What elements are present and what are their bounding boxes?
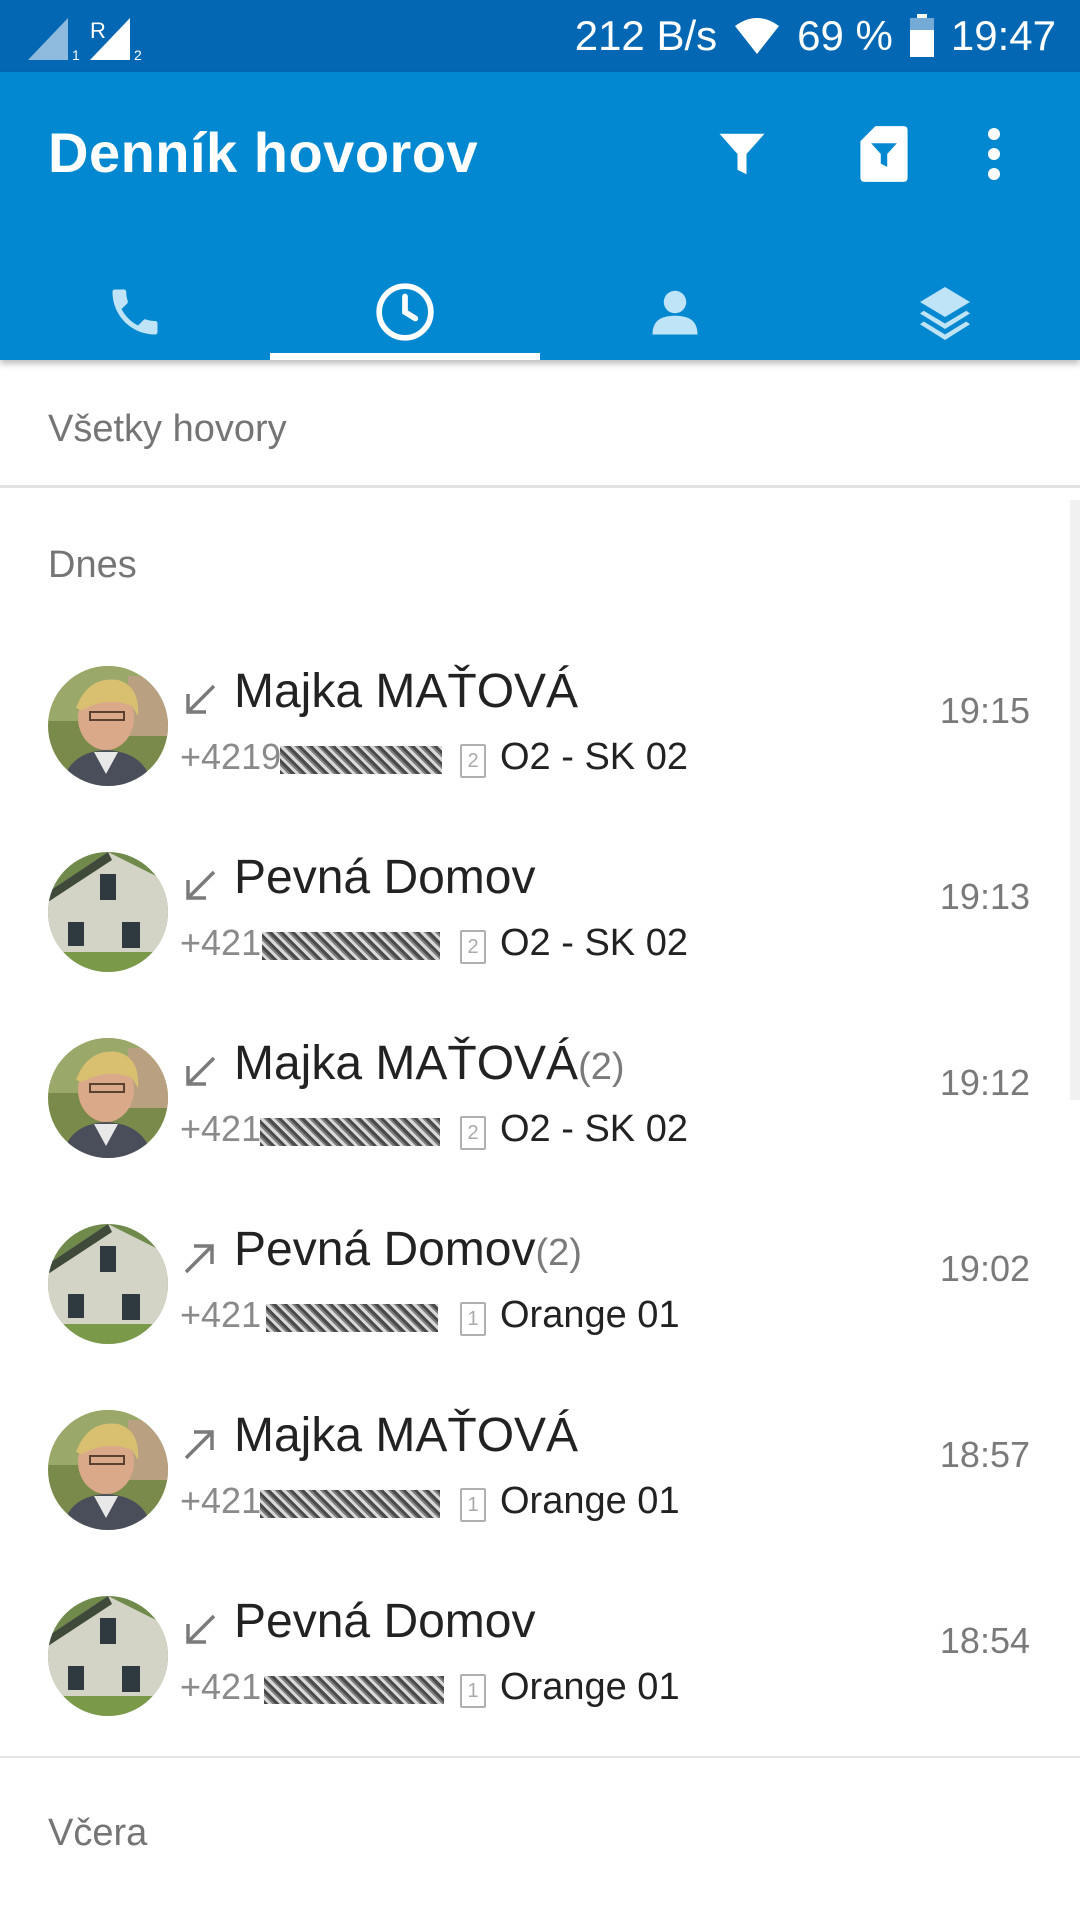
filter-label: Všetky hovory: [48, 408, 287, 450]
incoming-call-icon: [186, 1614, 216, 1644]
avatar[interactable]: [48, 1410, 168, 1530]
call-time: 19:15: [939, 690, 1030, 731]
call-log-row[interactable]: Majka MAŤOVÁ +421 1 Orange 01 18:57: [0, 1384, 1080, 1570]
phone-number: +421: [180, 1294, 262, 1335]
redacted-number: [260, 1118, 440, 1146]
tab-contacts[interactable]: [540, 264, 810, 360]
carrier-name: O2 - SK 02: [500, 922, 688, 964]
phone-number: +421: [180, 922, 262, 963]
incoming-call-icon: [186, 1056, 216, 1086]
tab-dialer[interactable]: [0, 264, 270, 360]
wifi-icon: [735, 18, 780, 54]
sim-slot-icon: 1: [460, 1674, 486, 1708]
phone-icon: [112, 289, 158, 335]
call-log-row[interactable]: Majka MAŤOVÁ +4219 2 O2 - SK 02 19:15: [0, 640, 1080, 826]
redacted-number: [264, 1676, 444, 1704]
contact-name: Majka MAŤOVÁ: [234, 664, 578, 719]
section-divider: [0, 1756, 1080, 1758]
contact-name-text: Majka MAŤOVÁ: [234, 665, 579, 718]
battery-icon: [909, 14, 934, 57]
outgoing-call-icon: [184, 1430, 214, 1460]
tab-groups[interactable]: [810, 264, 1080, 360]
section-header-yesterday: Včera: [48, 1812, 148, 1854]
status-bar: 1 R 2 212 B/s 69 % 19:47: [0, 0, 1080, 72]
svg-text:R: R: [90, 18, 106, 43]
contact-name: Pevná Domov(2): [234, 1222, 582, 1277]
call-time: 18:54: [939, 1620, 1030, 1661]
sim-slot-icon: 2: [460, 744, 486, 778]
avatar[interactable]: [48, 1224, 168, 1344]
tab-call-log[interactable]: [270, 264, 540, 360]
filter-icon: [719, 133, 765, 175]
more-options-button[interactable]: [958, 118, 1030, 190]
network-speed: 212 B/s: [574, 12, 718, 59]
contact-name-text: Majka MAŤOVÁ: [234, 1409, 579, 1462]
signal-icons: 1 R 2: [28, 18, 142, 62]
call-time: 18:57: [939, 1434, 1030, 1475]
clock-icon: [376, 283, 434, 341]
tab-bar: [0, 264, 1080, 360]
contact-name-text: Pevná Domov: [234, 1595, 536, 1648]
section-header-today: Dnes: [48, 544, 137, 586]
contact-name: Majka MAŤOVÁ: [234, 1408, 578, 1463]
page-title: Denník hovorov: [48, 121, 479, 184]
more-vert-icon: [988, 128, 1000, 180]
redacted-number: [262, 932, 440, 960]
call-log-row[interactable]: Pevná Domov(2) +421 1 Orange 01 19:02: [0, 1198, 1080, 1384]
sim-slot-icon: 2: [460, 930, 486, 964]
incoming-call-icon: [186, 684, 216, 714]
carrier-name: Orange 01: [500, 1294, 680, 1336]
svg-text:2: 2: [134, 47, 142, 62]
call-count: (2): [578, 1046, 625, 1088]
contact-name: Pevná Domov: [234, 850, 535, 905]
sim-filter-button[interactable]: [848, 118, 920, 190]
redacted-number: [260, 1490, 440, 1518]
call-time: 19:02: [939, 1248, 1030, 1289]
redacted-number: [280, 746, 442, 774]
contact-name: Pevná Domov: [234, 1594, 535, 1649]
carrier-name: Orange 01: [500, 1480, 680, 1522]
contact-name-text: Pevná Domov: [234, 1223, 536, 1276]
phone-number: +4219: [180, 736, 282, 777]
filter-button[interactable]: [706, 118, 778, 190]
outgoing-call-icon: [184, 1244, 214, 1274]
layers-icon: [920, 287, 970, 340]
incoming-call-icon: [186, 870, 216, 900]
call-time: 19:12: [939, 1062, 1030, 1103]
avatar[interactable]: [48, 666, 168, 786]
phone-number: +421: [180, 1666, 262, 1707]
person-icon: [652, 290, 698, 335]
phone-number: +421: [180, 1108, 262, 1149]
call-log-row[interactable]: Majka MAŤOVÁ(2) +421 2 O2 - SK 02 19:12: [0, 1012, 1080, 1198]
call-count: (2): [535, 1232, 582, 1274]
carrier-name: O2 - SK 02: [500, 1108, 688, 1150]
svg-text:1: 1: [72, 47, 80, 62]
contact-name-text: Pevná Domov: [234, 851, 536, 904]
clock: 19:47: [950, 12, 1056, 59]
carrier-name: Orange 01: [500, 1666, 680, 1708]
redacted-number: [266, 1304, 438, 1332]
sim-slot-icon: 1: [460, 1302, 486, 1336]
call-time: 19:13: [939, 876, 1030, 917]
carrier-name: O2 - SK 02: [500, 736, 688, 778]
avatar[interactable]: [48, 852, 168, 972]
phone-number: +421: [180, 1480, 262, 1521]
app-bar: Denník hovorov: [0, 72, 1080, 360]
battery-percent: 69 %: [797, 12, 893, 59]
sim-filter-icon: [860, 126, 908, 182]
call-log-row[interactable]: Pevná Domov +421 2 O2 - SK 02 19:13: [0, 826, 1080, 1012]
call-filter-selector[interactable]: Všetky hovory: [0, 362, 1080, 488]
contact-name-text: Majka MAŤOVÁ: [234, 1037, 579, 1090]
avatar[interactable]: [48, 1038, 168, 1158]
call-log-row[interactable]: Pevná Domov +421 1 Orange 01 18:54: [0, 1570, 1080, 1756]
contact-name: Majka MAŤOVÁ(2): [234, 1036, 625, 1091]
sim-slot-icon: 1: [460, 1488, 486, 1522]
sim-slot-icon: 2: [460, 1116, 486, 1150]
avatar[interactable]: [48, 1596, 168, 1716]
